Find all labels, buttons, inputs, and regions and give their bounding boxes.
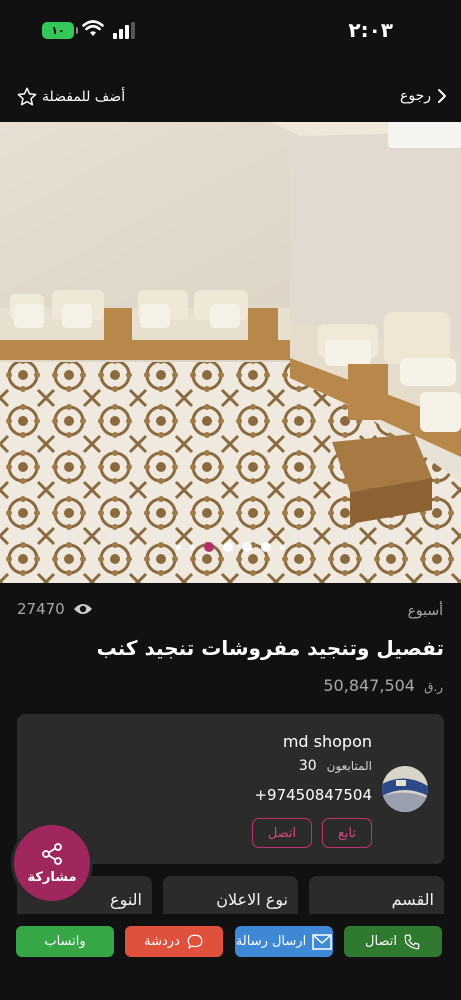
carousel-dot[interactable] — [280, 544, 285, 550]
carousel-indicator — [0, 540, 461, 554]
carousel-dot[interactable] — [242, 542, 252, 552]
whatsapp-button[interactable]: واتساب — [16, 926, 114, 957]
star-icon — [17, 87, 37, 106]
eye-icon — [73, 604, 92, 614]
phone-icon — [404, 934, 420, 949]
status-time: ٢:٠٣ — [348, 18, 393, 42]
listing-price: ر.ق 50,847,504 — [323, 676, 443, 695]
chevron-right-icon — [438, 89, 446, 103]
seller-avatar[interactable] — [382, 766, 428, 812]
chat-bubble-icon — [187, 934, 203, 949]
seller-phone[interactable]: +97450847504 — [254, 786, 372, 804]
add-to-favorites-button[interactable]: أضف للمفضلة — [16, 86, 125, 108]
listing-title: تفصيل وتنجيد مفروشات تنجيد كنب — [96, 636, 444, 660]
followers-label: المتابعون — [326, 759, 372, 773]
back-button[interactable]: رجوع — [400, 88, 447, 104]
ad-type-label: نوع الاعلان — [216, 890, 288, 909]
top-nav-bar: أضف للمفضلة رجوع — [0, 62, 461, 122]
seller-call-button[interactable]: اتصل — [252, 818, 312, 848]
bottom-action-bar: اتصال ارسال رسالة دردشة واتساب — [0, 914, 461, 1000]
wifi-icon — [82, 20, 104, 36]
carousel-dot[interactable] — [223, 542, 233, 552]
call-label: اتصال — [365, 934, 397, 949]
follow-button[interactable]: تابع — [322, 818, 372, 848]
view-count: 27470 — [17, 600, 93, 618]
carousel-dot[interactable] — [190, 544, 195, 550]
price-currency: ر.ق — [424, 680, 443, 694]
add-to-favorites-label: أضف للمفضلة — [42, 89, 126, 105]
type-label: النوع — [110, 890, 142, 909]
view-count-value: 27470 — [17, 600, 65, 618]
battery-icon: ١٠ — [42, 22, 78, 39]
carousel-dot[interactable] — [176, 544, 181, 550]
seller-name[interactable]: md shopon — [283, 732, 372, 751]
followers-row: المتابعون 30 — [299, 758, 372, 774]
chat-label: دردشة — [144, 934, 180, 949]
back-label: رجوع — [399, 88, 431, 104]
envelope-icon — [312, 933, 332, 950]
share-label: مشاركة — [27, 869, 77, 885]
avatar-image — [382, 766, 428, 812]
carousel-dot-active[interactable] — [204, 542, 214, 552]
price-value: 50,847,504 — [323, 676, 415, 695]
listing-age: أسبوع — [407, 603, 443, 619]
cellular-signal-icon — [113, 22, 135, 39]
followers-count: 30 — [298, 758, 317, 774]
listing-photo-carousel[interactable] — [0, 122, 461, 583]
carousel-dot[interactable] — [261, 542, 271, 552]
share-button[interactable]: مشاركة — [11, 822, 93, 904]
chat-button[interactable]: دردشة — [125, 926, 223, 957]
share-icon — [42, 842, 62, 865]
listing-photo — [0, 122, 461, 583]
call-button[interactable]: اتصال — [344, 926, 442, 957]
whatsapp-label: واتساب — [44, 934, 86, 949]
send-message-label: ارسال رسالة — [235, 934, 307, 949]
send-message-button[interactable]: ارسال رسالة — [235, 926, 333, 957]
category-label: القسم — [391, 890, 434, 909]
battery-level: ١٠ — [51, 24, 65, 37]
status-bar: ١٠ ٢:٠٣ — [0, 0, 461, 62]
